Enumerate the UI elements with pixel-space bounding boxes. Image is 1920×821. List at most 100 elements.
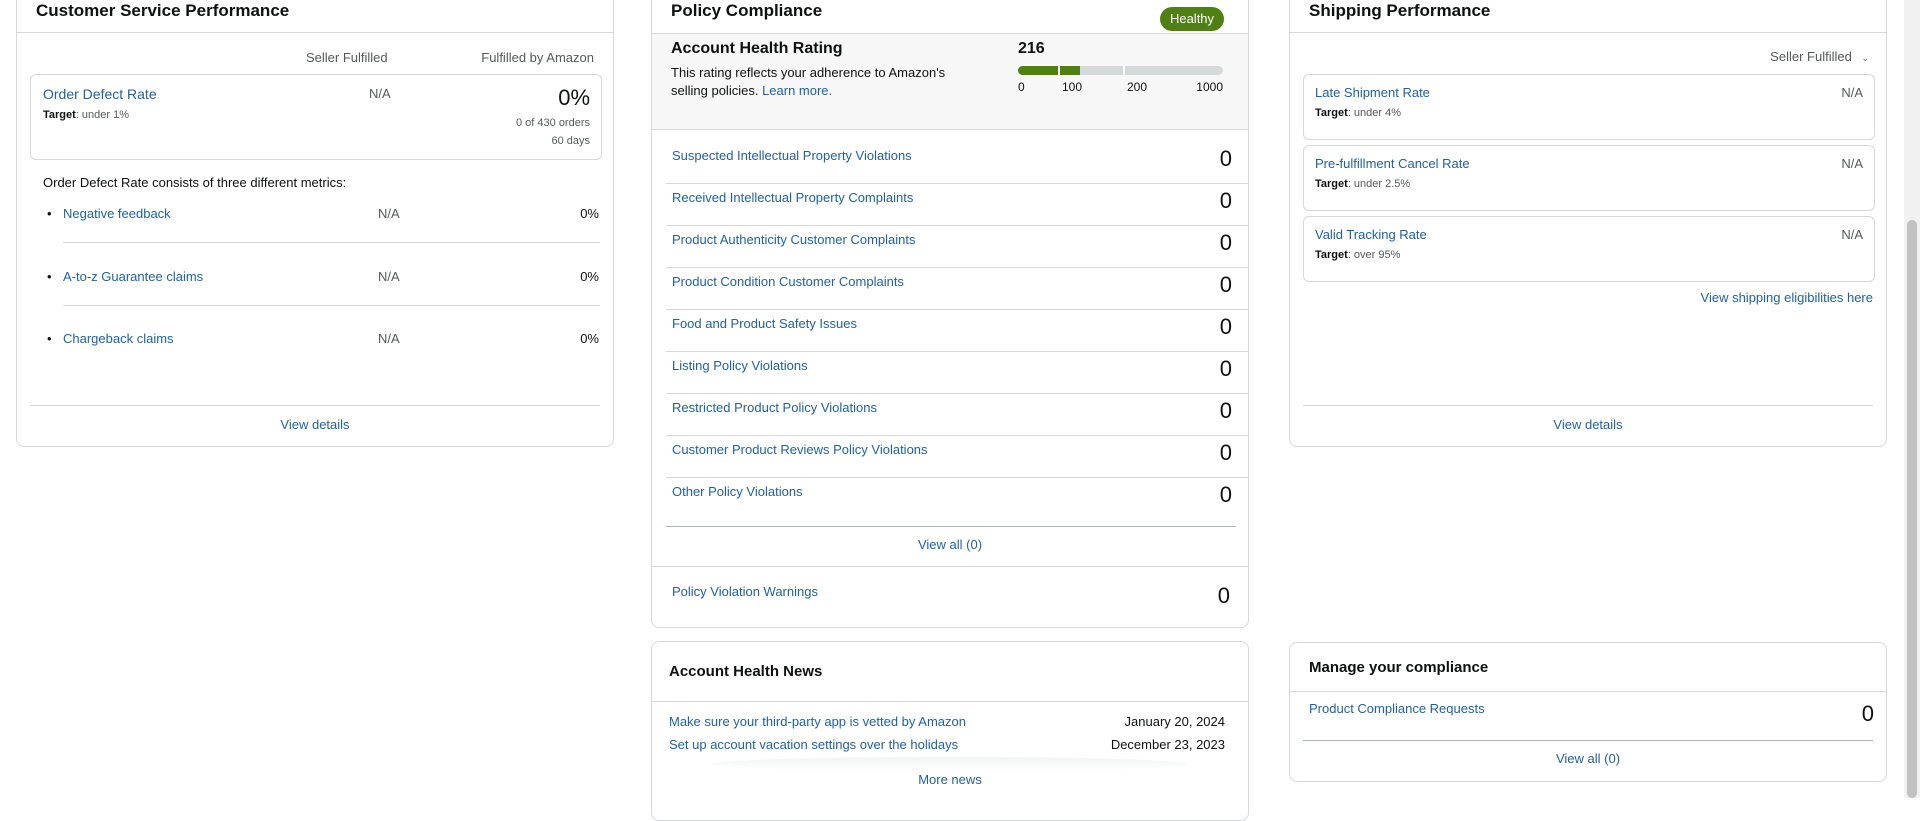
violation-count: 0 (1219, 356, 1232, 381)
ahr-segment-100-200 (1060, 66, 1080, 75)
violation-count: 0 (1219, 188, 1232, 213)
metric-atoz-claims: A-to-z Guarantee claims N/A 0% (43, 269, 599, 289)
odr-seller-value: N/A (369, 86, 391, 101)
policy-violation-warnings-link[interactable]: Policy Violation Warnings (672, 584, 818, 599)
negative-feedback-seller: N/A (378, 206, 400, 221)
valid-tracking-rate-link[interactable]: Valid Tracking Rate (1315, 227, 1427, 242)
target-label: Target (1315, 178, 1348, 190)
divider (1290, 691, 1886, 692)
violation-count: 0 (1219, 440, 1232, 465)
ahr-title: Account Health Rating (671, 40, 843, 57)
odr-target: Target: under 1% (43, 109, 129, 121)
policy-view-all[interactable]: View all (0) (652, 537, 1248, 552)
policy-compliance-title: Policy Compliance (671, 1, 823, 20)
news-item-date: January 20, 2024 (1124, 714, 1225, 729)
target-value: : under 4% (1347, 107, 1402, 119)
odr-intro: Order Defect Rate consists of three diff… (43, 175, 347, 190)
violation-link[interactable]: Other Policy Violations (672, 484, 803, 499)
customer-service-view-details[interactable]: View details (17, 417, 613, 432)
violation-row: Restricted Product Policy Violations 0 (666, 394, 1248, 436)
pre-fulfillment-cancel-rate-box: Pre-fulfillment Cancel Rate Target: unde… (1303, 145, 1875, 211)
ahr-segment-0-100 (1018, 66, 1058, 75)
manage-compliance-title: Manage your compliance (1309, 659, 1489, 676)
chargeback-claims-link[interactable]: Chargeback claims (63, 331, 174, 346)
violation-link[interactable]: Product Condition Customer Complaints (672, 274, 904, 289)
valid-tracking-rate-box: Valid Tracking Rate Target: over 95% N/A (1303, 216, 1875, 282)
col-seller-fulfilled: Seller Fulfilled (306, 50, 388, 65)
odr-orders: 0 of 430 orders (516, 117, 590, 129)
atoz-claims-link[interactable]: A-to-z Guarantee claims (63, 269, 203, 284)
late-shipment-rate-link[interactable]: Late Shipment Rate (1315, 85, 1430, 100)
atoz-claims-fba: 0% (580, 269, 599, 284)
late-shipment-rate-box: Late Shipment Rate Target: under 4% N/A (1303, 74, 1875, 140)
healthy-badge: Healthy (1160, 7, 1224, 31)
violation-link[interactable]: Restricted Product Policy Violations (672, 400, 877, 415)
violation-row: Product Condition Customer Complaints 0 (666, 268, 1248, 310)
violation-link[interactable]: Food and Product Safety Issues (672, 316, 857, 331)
violation-count: 0 (1219, 398, 1232, 423)
violation-row: Suspected Intellectual Property Violatio… (666, 142, 1248, 184)
violation-row: Customer Product Reviews Policy Violatio… (666, 436, 1248, 478)
odr-target-value: : under 1% (75, 109, 130, 121)
violation-link[interactable]: Received Intellectual Property Complaint… (672, 190, 913, 205)
violation-link[interactable]: Product Authenticity Customer Complaints (672, 232, 916, 247)
divider (652, 566, 1248, 567)
odr-days: 60 days (551, 135, 590, 147)
shipping-view-details[interactable]: View details (1290, 417, 1886, 432)
violation-row: Product Authenticity Customer Complaints… (666, 226, 1248, 268)
late-shipment-target: Target: under 4% (1315, 107, 1401, 119)
divider (17, 32, 613, 33)
divider (1290, 32, 1886, 33)
policy-compliance-card: Policy Compliance Healthy Account Health… (651, 0, 1249, 628)
target-label: Target (1315, 107, 1348, 119)
page-scrollbar-thumb[interactable] (1907, 220, 1917, 798)
ahr-description: This rating reflects your adherence to A… (671, 64, 971, 100)
atoz-claims-seller: N/A (378, 269, 400, 284)
negative-feedback-fba: 0% (580, 206, 599, 221)
col-fulfilled-by-amazon: Fulfilled by Amazon (481, 50, 594, 65)
manage-compliance-card: Manage your compliance Product Complianc… (1289, 642, 1887, 782)
learn-more-link[interactable]: Learn more. (762, 83, 832, 98)
fulfillment-filter-dropdown[interactable]: Seller Fulfilled ⌄ (1770, 49, 1869, 64)
violation-link[interactable]: Listing Policy Violations (672, 358, 808, 373)
news-fade (712, 757, 1188, 771)
violation-row: Other Policy Violations 0 (672, 478, 1236, 520)
news-item-link[interactable]: Make sure your third-party app is vetted… (669, 714, 966, 729)
cancel-rate-target: Target: under 2.5% (1315, 178, 1410, 190)
tracking-rate-value: N/A (1841, 227, 1863, 242)
shipping-performance-title: Shipping Performance (1309, 1, 1491, 20)
violation-row: Food and Product Safety Issues 0 (666, 310, 1248, 352)
ahr-scale: 0 100 200 1000 (1018, 80, 1223, 96)
order-defect-rate-box: Order Defect Rate Target: under 1% N/A 0… (30, 74, 602, 160)
violation-count: 0 (1219, 272, 1232, 297)
news-item-link[interactable]: Set up account vacation settings over th… (669, 737, 958, 752)
violation-link[interactable]: Suspected Intellectual Property Violatio… (672, 148, 912, 163)
odr-fba-value: 0% (558, 85, 590, 110)
target-label: Target (1315, 249, 1348, 261)
product-compliance-requests-link[interactable]: Product Compliance Requests (1309, 701, 1485, 716)
shipping-eligibilities-link[interactable]: View shipping eligibilities here (1701, 290, 1873, 305)
negative-feedback-link[interactable]: Negative feedback (63, 206, 171, 221)
customer-service-card: Customer Service Performance Seller Fulf… (16, 0, 614, 447)
pre-fulfillment-cancel-rate-link[interactable]: Pre-fulfillment Cancel Rate (1315, 156, 1470, 171)
violation-row: Listing Policy Violations 0 (666, 352, 1248, 394)
divider (30, 405, 600, 406)
chevron-down-icon: ⌄ (1861, 53, 1869, 63)
cancel-rate-value: N/A (1841, 156, 1863, 171)
violation-count: 0 (1219, 230, 1232, 255)
violation-count: 0 (1219, 314, 1232, 339)
more-news-link[interactable]: More news (652, 772, 1248, 787)
account-health-news-title: Account Health News (669, 663, 823, 680)
customer-service-title: Customer Service Performance (36, 1, 290, 20)
violation-count: 0 (1219, 482, 1232, 507)
divider (1303, 405, 1873, 406)
scale-1000: 1000 (1196, 80, 1223, 94)
chargeback-claims-fba: 0% (580, 331, 599, 346)
order-defect-rate-link[interactable]: Order Defect Rate (43, 86, 157, 102)
violation-link[interactable]: Customer Product Reviews Policy Violatio… (672, 442, 928, 457)
manage-view-all[interactable]: View all (0) (1290, 751, 1886, 766)
ahr-tick (1123, 66, 1125, 75)
scale-100: 100 (1062, 80, 1083, 94)
tracking-rate-target: Target: over 95% (1315, 249, 1400, 261)
shipping-performance-card: Shipping Performance Seller Fulfilled ⌄ … (1289, 0, 1887, 447)
